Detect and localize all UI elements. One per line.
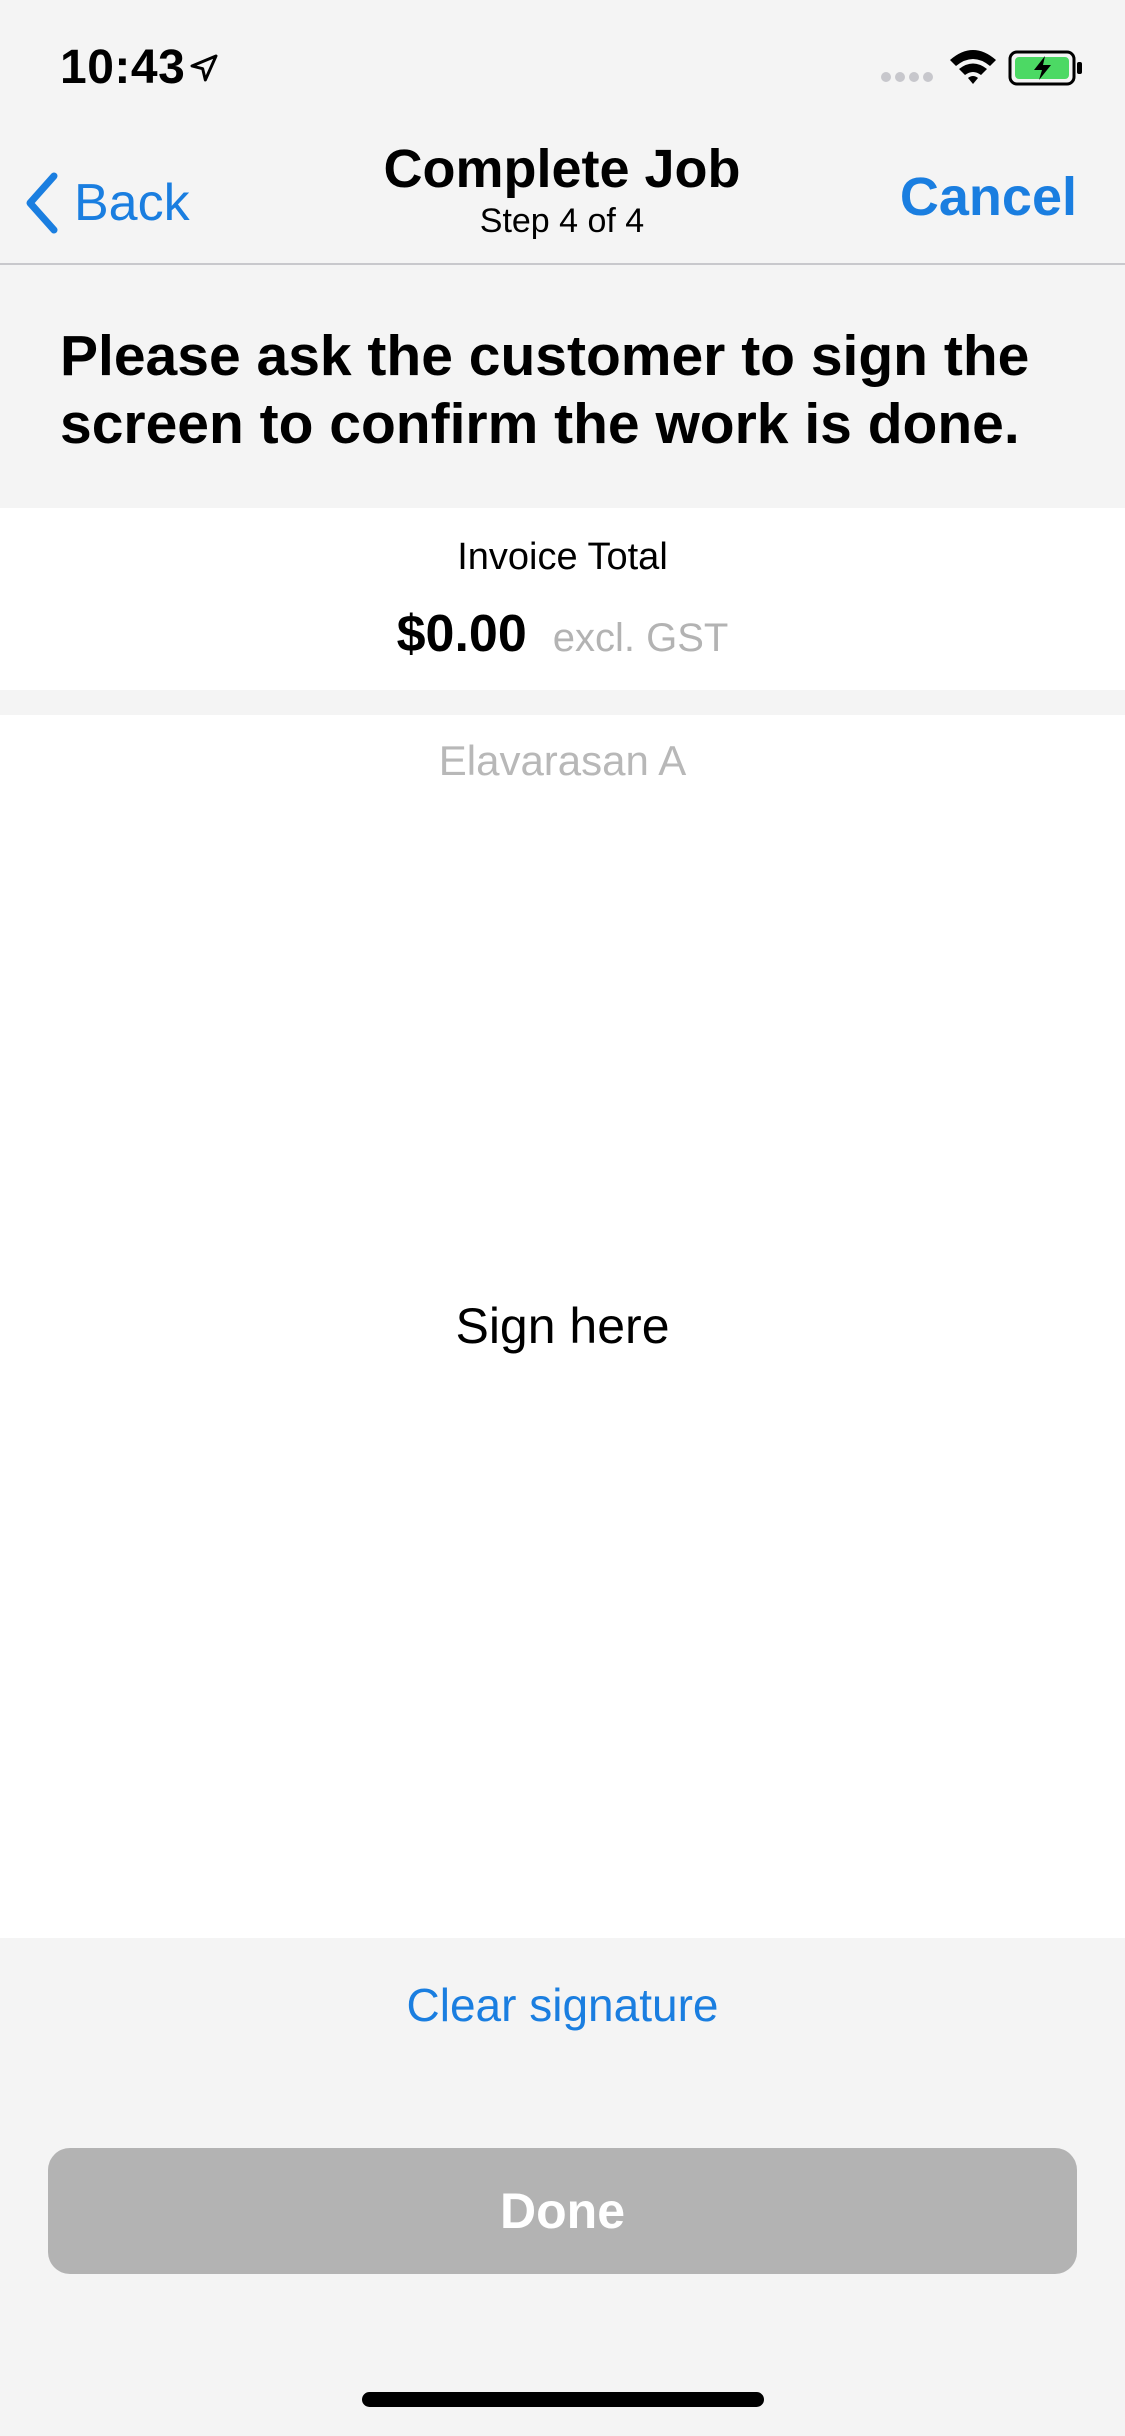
battery-charging-icon [1008, 50, 1082, 86]
done-button[interactable]: Done [48, 2148, 1077, 2274]
invoice-amount: $0.00 [396, 605, 527, 663]
cellular-signal-icon [881, 72, 933, 82]
page-title: Complete Job [383, 139, 741, 199]
back-button-label: Back [74, 174, 190, 232]
status-bar: 10:43 [0, 0, 1125, 130]
status-time: 10:43 [60, 41, 186, 94]
clear-signature-button[interactable]: Clear signature [0, 1978, 1125, 2032]
signature-pad[interactable]: Elavarasan A Sign here [0, 715, 1125, 1938]
signature-instruction: Please ask the customer to sign the scre… [60, 324, 1030, 456]
sign-here-prompt: Sign here [455, 1298, 670, 1354]
back-button[interactable]: Back [22, 168, 190, 238]
chevron-left-icon [26, 172, 58, 234]
invoice-amount-row: $0.00 excl. GST [0, 604, 1125, 664]
invoice-total-label: Invoice Total [457, 536, 668, 578]
wifi-icon [950, 50, 996, 84]
invoice-total-card: Invoice Total $0.00 excl. GST [0, 508, 1125, 690]
signer-name: Elavarasan A [438, 737, 687, 784]
step-indicator: Step 4 of 4 [479, 202, 645, 240]
invoice-tax-note: excl. GST [552, 616, 729, 660]
cancel-button[interactable]: Cancel [900, 166, 1077, 228]
home-indicator [362, 2392, 764, 2407]
location-arrow-icon [190, 54, 218, 82]
navigation-bar: Back Complete Job Step 4 of 4 Cancel [0, 130, 1125, 265]
